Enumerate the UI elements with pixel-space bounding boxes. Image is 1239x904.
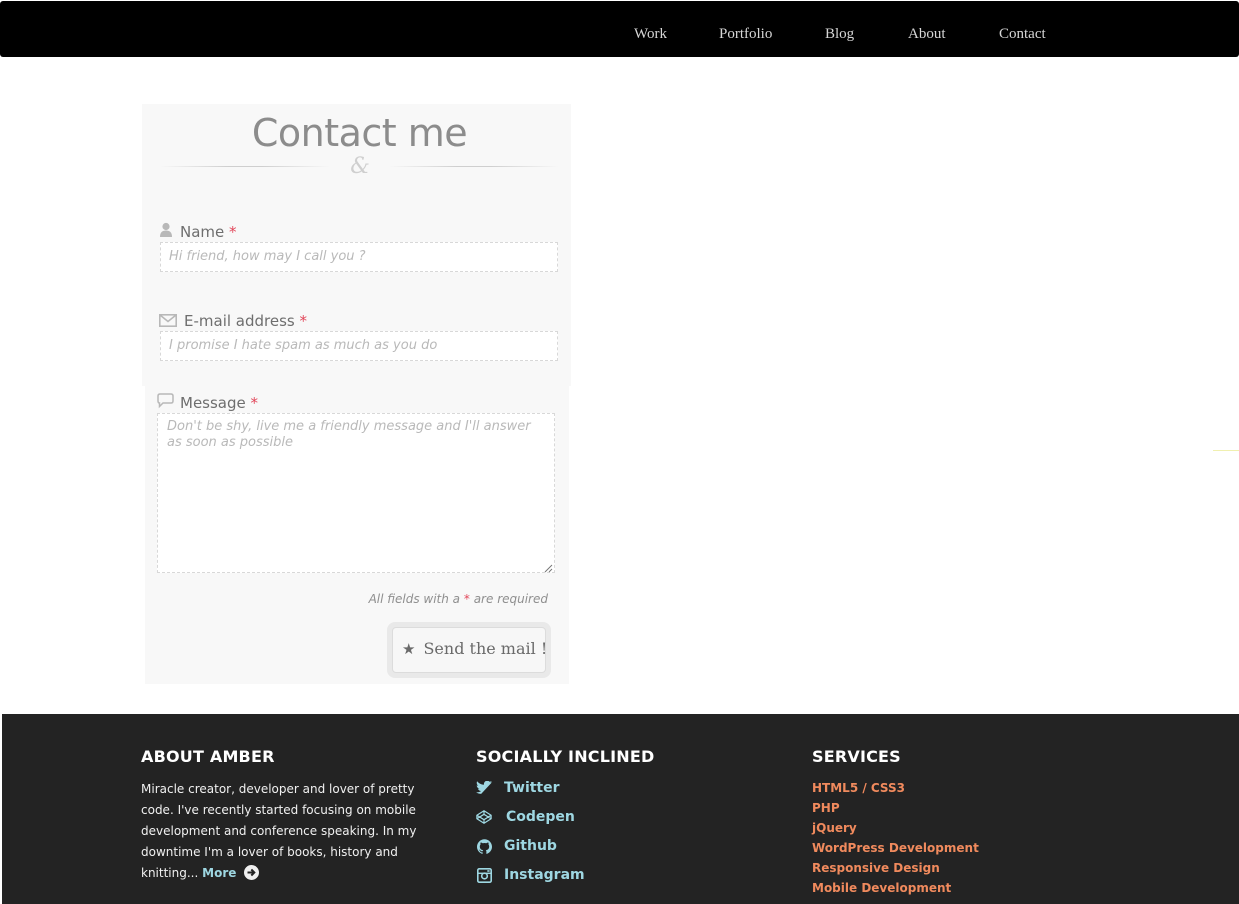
star-icon: ★: [402, 640, 416, 658]
required-fields-note: All fields with a * are required: [368, 592, 548, 606]
service-item-jquery[interactable]: jQuery: [812, 818, 979, 838]
send-mail-button[interactable]: ★ Send the mail !: [387, 622, 551, 678]
instagram-icon: [476, 867, 492, 883]
social-heading: SOCIALLY INCLINED: [476, 747, 655, 766]
github-label: Github: [504, 838, 557, 854]
email-input[interactable]: I promise I hate spam as much as you do: [160, 331, 558, 361]
social-link-github[interactable]: Github: [476, 835, 557, 857]
codepen-label: Codepen: [506, 809, 575, 825]
title-divider-left: [160, 166, 330, 167]
edge-accent-line: [1213, 450, 1239, 451]
more-link[interactable]: More: [202, 865, 259, 880]
service-item-mobile[interactable]: Mobile Development: [812, 878, 979, 898]
social-link-instagram[interactable]: Instagram: [476, 864, 585, 886]
envelope-icon: [159, 312, 177, 331]
about-paragraph: Miracle creator, developer and lover of …: [141, 782, 417, 880]
send-mail-label: Send the mail !: [423, 639, 548, 658]
message-label: Message *: [180, 394, 259, 412]
social-link-twitter[interactable]: Twitter: [476, 777, 560, 799]
email-label: E-mail address *: [184, 312, 308, 330]
nav-portfolio-link[interactable]: Portfolio: [719, 24, 772, 44]
message-textarea[interactable]: Don't be shy, live me a friendly message…: [157, 413, 555, 573]
user-icon: [159, 222, 173, 242]
services-heading: SERVICES: [812, 747, 901, 766]
nav-work-link[interactable]: Work: [634, 24, 667, 44]
top-nav: Work Portfolio Blog About Contact: [0, 1, 1239, 57]
instagram-label: Instagram: [504, 867, 585, 883]
name-label: Name *: [180, 223, 237, 241]
contact-title: Contact me: [251, 111, 468, 155]
about-text: Miracle creator, developer and lover of …: [141, 779, 441, 887]
speech-bubble-icon: [157, 393, 174, 413]
name-input[interactable]: Hi friend, how may I call you ?: [160, 242, 558, 272]
service-item-responsive[interactable]: Responsive Design: [812, 858, 979, 878]
title-divider-right: [389, 166, 559, 167]
social-link-codepen[interactable]: Codepen: [476, 806, 575, 828]
nav-blog-link[interactable]: Blog: [825, 24, 854, 44]
service-item-wordpress[interactable]: WordPress Development: [812, 838, 979, 858]
nav-contact-link[interactable]: Contact: [999, 24, 1046, 44]
arrow-right-circle-icon: [243, 865, 259, 887]
services-list: HTML5 / CSS3 PHP jQuery WordPress Develo…: [812, 778, 979, 898]
twitter-icon: [476, 780, 492, 796]
about-heading: ABOUT AMBER: [141, 747, 275, 766]
resize-handle-icon[interactable]: [544, 562, 553, 573]
ampersand-ornament: &: [350, 154, 370, 179]
codepen-icon: [476, 809, 492, 825]
nav-about-link[interactable]: About: [908, 24, 946, 44]
github-icon: [476, 838, 492, 854]
twitter-label: Twitter: [504, 780, 560, 796]
service-item-php[interactable]: PHP: [812, 798, 979, 818]
send-mail-button-face[interactable]: ★ Send the mail !: [392, 627, 548, 673]
message-placeholder: Don't be shy, live me a friendly message…: [167, 419, 531, 450]
service-item-html5-css3[interactable]: HTML5 / CSS3: [812, 778, 979, 798]
